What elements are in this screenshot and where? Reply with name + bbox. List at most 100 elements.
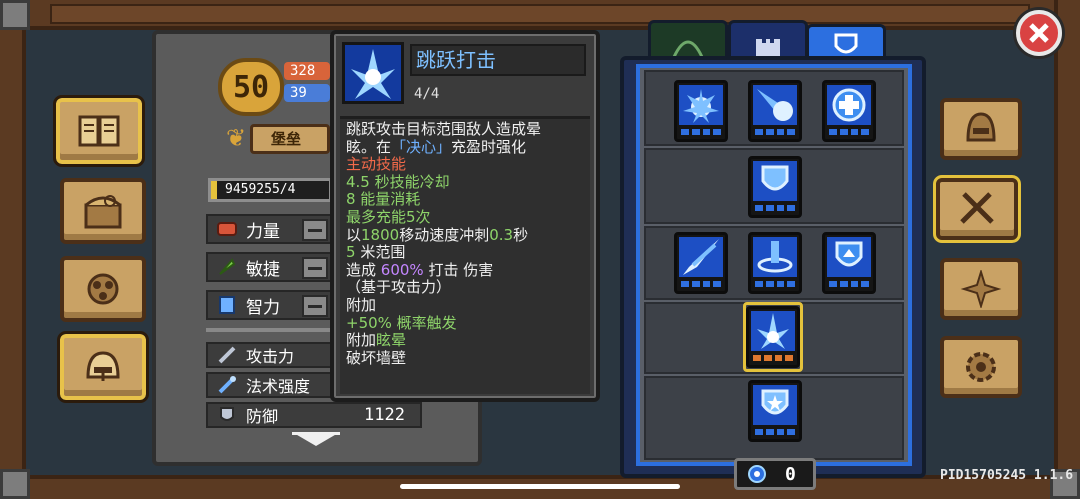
divider: [206, 328, 330, 332]
skill-description-text: 跳跃攻击目标范围敌人造成晕: [346, 120, 542, 138]
close-button[interactable]: [1016, 10, 1062, 56]
skill-description-line: +50% 概率触发: [346, 314, 457, 332]
skill-description-text: 破坏墙壁: [346, 348, 407, 367]
skill-description-text: 眩。在: [346, 137, 392, 156]
skill-description-text: 附加: [346, 296, 377, 314]
stat-value: 1122: [364, 405, 405, 425]
scroll-down-bar: [292, 432, 340, 435]
skill-description-line: 4.5 秒技能冷却: [346, 173, 450, 191]
skill-description-text: 造成: [346, 260, 381, 279]
nav-gems-button[interactable]: [60, 256, 146, 322]
nav-settings-button[interactable]: [940, 336, 1022, 398]
nav-skills-button[interactable]: [933, 175, 1021, 243]
gear-icon: [966, 352, 996, 382]
leap-strike-icon: [342, 42, 404, 104]
skill-description-text: （基于攻击力）: [346, 278, 452, 297]
skill-description-line: 8 能量消耗: [346, 190, 420, 208]
experience-text: 9459255/4: [225, 182, 296, 197]
skill-description-line: 附加: [346, 296, 376, 314]
gems-icon: [87, 273, 119, 305]
skill-name: 跳跃打击: [410, 44, 586, 76]
helmet-icon: [86, 351, 120, 381]
nav-gear-button[interactable]: [940, 98, 1022, 160]
frame-corner: [0, 469, 30, 499]
frame-top: [0, 0, 1080, 30]
skill-description-text: 眩晕: [376, 331, 407, 350]
skill-description-text: 4.5 秒技能冷却: [346, 172, 450, 191]
skill-description-text: +50% 概率触发: [346, 313, 457, 332]
skill-description-line: 造成 600% 打击 伤害: [346, 261, 493, 279]
skill-description-line: 破坏墙壁: [346, 349, 406, 367]
attribute-label: 智力: [246, 297, 280, 318]
fortify-icon: [827, 237, 871, 277]
armor-icon: [214, 404, 240, 426]
attribute-row-agility: 敏捷: [206, 252, 332, 282]
skill-slot-starburst[interactable]: [674, 80, 728, 142]
vortex-icon: [753, 237, 797, 277]
skill-description-text: 「决心」: [391, 137, 452, 156]
star-shield-icon: [753, 385, 797, 425]
crossed-swords-icon: [960, 192, 994, 224]
nav-chest-button[interactable]: [60, 178, 146, 244]
book-icon: [78, 115, 120, 147]
skill-description-line: （基于攻击力）: [346, 278, 451, 296]
fist-icon: [214, 218, 240, 240]
skill-slot-comet[interactable]: [748, 80, 802, 142]
skill-slot-heal[interactable]: [822, 80, 876, 142]
attribute-label: 敏捷: [246, 259, 280, 280]
skill-rank: [755, 281, 795, 287]
experience-bar: 9459255/4: [208, 178, 332, 202]
heal-cross-icon: [827, 85, 871, 125]
frame-left: [0, 0, 26, 499]
title-plate[interactable]: 堡垒: [250, 124, 330, 154]
decrease-agility-button[interactable]: [302, 257, 328, 279]
skill-slot-star-shield[interactable]: [748, 380, 802, 442]
shield-icon: [753, 161, 797, 201]
compass-icon: [960, 270, 1002, 308]
starburst-icon: [679, 85, 723, 125]
skill-rank: [829, 129, 869, 135]
attribute-row-strength: 力量: [206, 214, 332, 244]
nav-helmet-button[interactable]: [57, 331, 149, 403]
skill-description-text: 600%: [380, 260, 424, 279]
skill-description-line: 跳跃攻击目标范围敌人造成晕: [346, 120, 541, 138]
skill-point-icon: [748, 465, 766, 483]
skill-description-line: 附加眩晕: [346, 331, 406, 349]
frame-corner: [0, 0, 30, 30]
skill-slot-charge[interactable]: [674, 232, 728, 294]
scroll-icon: [214, 294, 240, 316]
experience-fill: [211, 181, 217, 199]
skill-slot-fortify[interactable]: [822, 232, 876, 294]
feather-icon: [214, 256, 240, 278]
attribute-label: 力量: [246, 221, 280, 242]
decrease-intelligence-button[interactable]: [302, 295, 328, 317]
home-indicator[interactable]: [400, 484, 680, 489]
skill-description-text: 8 能量消耗: [346, 190, 421, 209]
skill-rank: [755, 129, 795, 135]
skill-rank: [681, 281, 721, 287]
skill-description-text: 秒: [513, 225, 529, 244]
charge-icon: [679, 237, 723, 277]
wand-icon: [214, 374, 240, 396]
skill-description-text: 充盈时强化: [451, 137, 527, 156]
decrease-strength-button[interactable]: [302, 219, 328, 241]
skill-slot-vortex[interactable]: [748, 232, 802, 294]
stat-label: 防御: [246, 407, 279, 426]
skill-description-line: 主动技能: [346, 155, 406, 173]
skill-description-text: 以: [346, 225, 362, 244]
hp-bar: 328: [284, 62, 330, 80]
skill-rank: [755, 429, 795, 435]
nav-book-button[interactable]: [53, 95, 145, 167]
skill-description-line: 眩。在「决心」充盈时强化: [346, 138, 526, 156]
skill-description-text: 1800: [361, 225, 400, 244]
nav-talents-button[interactable]: [940, 258, 1022, 320]
laurel-icon: ❦: [226, 124, 247, 152]
skill-description-text: 米范围: [355, 243, 406, 262]
skill-description-text: 移动速度冲刺: [399, 225, 490, 244]
helmet-icon: [966, 112, 996, 142]
skill-slot-guard[interactable]: [748, 156, 802, 218]
skill-description-line: 最多充能5次: [346, 208, 431, 226]
skill-level: 4/4: [414, 86, 440, 102]
chest-icon: [84, 195, 122, 229]
close-icon: [1029, 23, 1049, 43]
